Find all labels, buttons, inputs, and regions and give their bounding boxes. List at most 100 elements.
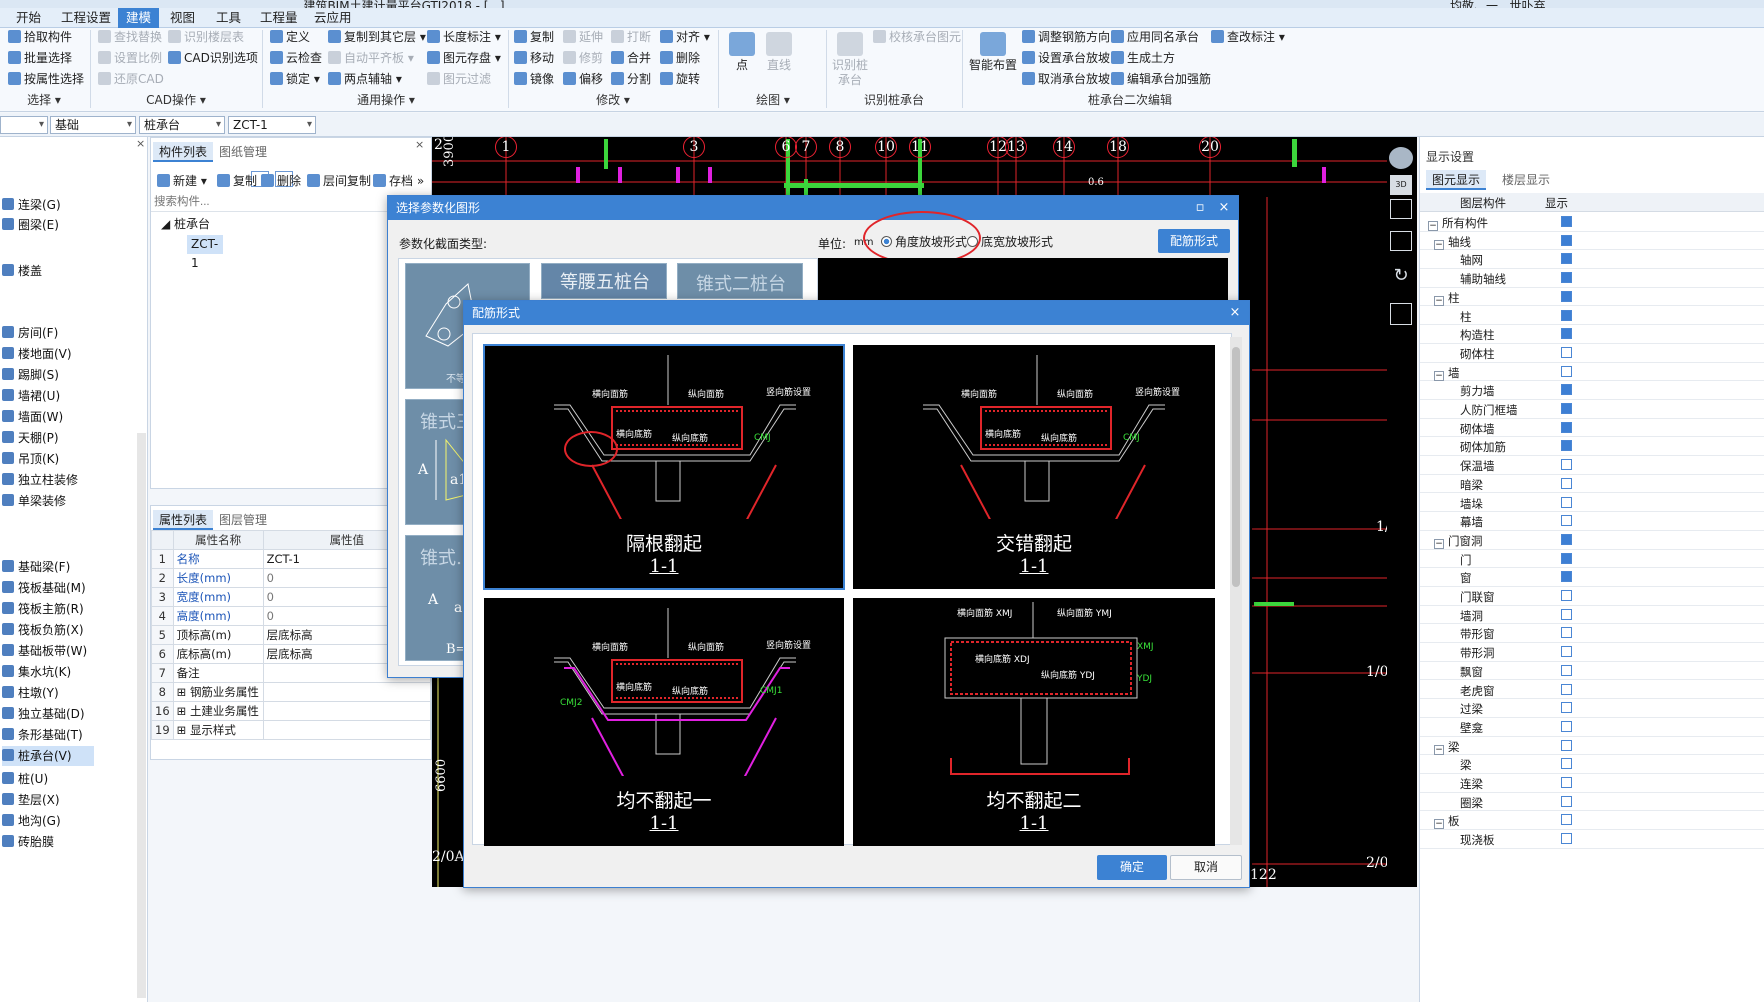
floor-combo[interactable] <box>0 116 48 134</box>
visibility-checkbox[interactable] <box>1561 290 1572 302</box>
nav-item[interactable]: 墙面(W) <box>2 407 94 427</box>
visibility-checkbox[interactable] <box>1561 533 1572 545</box>
nav-item[interactable]: 单梁装修 <box>2 491 94 511</box>
visibility-checkbox[interactable] <box>1561 459 1572 471</box>
visibility-checkbox[interactable] <box>1561 253 1572 265</box>
layer-row[interactable]: 圈梁 <box>1420 793 1764 812</box>
point-draw-button[interactable]: 点 <box>726 32 758 73</box>
property-value[interactable] <box>262 720 432 740</box>
restore-cad-button[interactable]: 还原CAD <box>98 70 164 89</box>
visibility-checkbox[interactable] <box>1561 403 1572 414</box>
nav-item[interactable]: 桩(U) <box>2 769 94 789</box>
group-cad-label[interactable]: CAD操作 ▾ <box>92 92 260 109</box>
layer-row[interactable]: − 柱 <box>1420 288 1764 307</box>
set-scale-button[interactable]: 设置比例 <box>98 49 162 68</box>
component-combo[interactable]: ZCT-1 <box>228 116 316 134</box>
trim-button[interactable]: 修剪 <box>563 49 603 68</box>
close-icon[interactable]: × <box>415 138 424 151</box>
layer-row[interactable]: 飘窗 <box>1420 662 1764 681</box>
layer-row[interactable]: 过梁 <box>1420 699 1764 718</box>
merge-button[interactable]: 合并 <box>611 49 651 68</box>
category-combo[interactable]: 基础 <box>50 116 136 134</box>
visibility-checkbox[interactable] <box>1561 421 1572 433</box>
tree-root-pile-cap[interactable]: ◢ 桩承台 <box>161 215 210 232</box>
rebar-option-1[interactable]: 横向面筋 纵向面筋 横向底筋 纵向底筋 竖向筋设置 CMJ 隔根翻起 1-1 <box>483 344 845 590</box>
tab-drawing-manager[interactable]: 图纸管理 <box>213 142 273 162</box>
extend-button[interactable]: 延伸 <box>563 28 603 47</box>
visibility-checkbox[interactable] <box>1561 440 1572 452</box>
adjust-rebar-direction-button[interactable]: 调整钢筋方向 <box>1022 28 1110 47</box>
layer-row[interactable]: 暗梁 <box>1420 475 1764 494</box>
layer-row[interactable]: 辅助轴线 <box>1420 269 1764 288</box>
batch-select-button[interactable]: 批量选择 <box>8 49 72 68</box>
visibility-checkbox[interactable] <box>1561 627 1572 639</box>
layer-row[interactable]: 构造柱 <box>1420 325 1764 344</box>
cancel-button[interactable]: 取消 <box>1170 855 1242 880</box>
collapse-icon[interactable]: − <box>1434 819 1444 830</box>
visibility-checkbox[interactable] <box>1561 720 1572 732</box>
close-icon[interactable]: × <box>136 137 145 150</box>
nav-item[interactable]: 连梁(G) <box>2 195 94 215</box>
identify-pile-cap-button[interactable]: 识别桩承台 <box>832 32 868 88</box>
layer-row[interactable]: 老虎窗 <box>1420 681 1764 700</box>
group-select-label[interactable]: 选择 ▾ <box>0 92 88 109</box>
layer-row[interactable]: 梁 <box>1420 755 1764 774</box>
perspective-icon[interactable] <box>1390 231 1412 251</box>
menu-tools[interactable]: 工具 <box>208 8 249 28</box>
copy-component-button[interactable]: 复制 <box>217 172 257 191</box>
menu-view[interactable]: 视图 <box>162 8 203 28</box>
group-common-label[interactable]: 通用操作 ▾ <box>264 92 508 109</box>
expand-icon[interactable]: ⊞ <box>177 685 190 699</box>
property-value[interactable] <box>262 701 432 721</box>
nav-item[interactable]: 吊顶(K) <box>2 449 94 469</box>
move-button[interactable]: 移动 <box>514 49 554 68</box>
offset-button[interactable]: 偏移 <box>563 70 603 89</box>
identify-floor-table-button[interactable]: 识别楼层表 <box>168 28 244 47</box>
nav-item[interactable]: 独立基础(D) <box>2 704 94 724</box>
3d-view-icon[interactable]: 3D <box>1390 175 1412 195</box>
nav-item[interactable]: 筏板主筋(R) <box>2 599 94 619</box>
two-point-axis-button[interactable]: 两点辅轴 ▾ <box>328 70 402 89</box>
layer-row[interactable]: 门 <box>1420 550 1764 569</box>
rotate-button[interactable]: 旋转 <box>660 70 700 89</box>
nav-item[interactable]: 桩承台(V) <box>2 746 94 766</box>
save-element-button[interactable]: 图元存盘 ▾ <box>427 49 501 68</box>
nav-item[interactable]: 地沟(G) <box>2 811 94 831</box>
visibility-checkbox[interactable] <box>1561 365 1572 377</box>
shape-tile-isosceles-five-pile[interactable]: 等腰五桩台 <box>541 263 667 299</box>
find-replace-button[interactable]: 查找替换 <box>98 28 162 47</box>
rebar-form-button[interactable]: 配筋形式 <box>1158 229 1230 253</box>
menu-modeling[interactable]: 建模 <box>118 8 160 28</box>
line-draw-button[interactable]: 直线 <box>762 32 796 73</box>
edit-cap-reinforcement-button[interactable]: 编辑承台加强筋 <box>1111 70 1211 89</box>
delete-button[interactable]: 删除 <box>660 49 700 68</box>
length-dimension-button[interactable]: 长度标注 ▾ <box>427 28 501 47</box>
select-by-property-button[interactable]: 按属性选择 <box>8 70 84 89</box>
layer-row[interactable]: 现浇板 <box>1420 830 1764 849</box>
layer-row[interactable]: 砌体柱 <box>1420 344 1764 363</box>
cad-options-button[interactable]: CAD识别选项 <box>168 49 258 68</box>
layer-row[interactable]: 墙垛 <box>1420 494 1764 513</box>
nav-item[interactable]: 楼盖 <box>2 261 94 281</box>
set-cap-slope-button[interactable]: 设置承台放坡 <box>1022 49 1110 68</box>
nav-item[interactable]: 房间(F) <box>2 323 94 343</box>
shape-tile-cone-two-pile[interactable]: 锥式二桩台 <box>677 263 803 299</box>
visibility-checkbox[interactable] <box>1561 702 1572 714</box>
layer-row[interactable]: 带形洞 <box>1420 643 1764 662</box>
nav-item[interactable]: 筏板负筋(X) <box>2 620 94 640</box>
close-icon[interactable]: × <box>1223 301 1247 325</box>
menu-quantity[interactable]: 工程量 <box>252 8 306 28</box>
rebar-option-4[interactable]: 横向面筋 XMJ 纵向面筋 YMJ 横向底筋 XDJ 纵向底筋 YDJ XMJ YDJ 均不… <box>853 598 1215 846</box>
layer-row[interactable]: − 梁 <box>1420 737 1764 756</box>
visibility-checkbox[interactable] <box>1561 515 1572 527</box>
visibility-checkbox[interactable] <box>1561 758 1572 770</box>
visibility-checkbox[interactable] <box>1561 608 1572 620</box>
layer-row[interactable]: − 门窗洞 <box>1420 531 1764 550</box>
nav-item[interactable]: 砖胎膜 <box>2 832 94 852</box>
collapse-icon[interactable]: − <box>1434 370 1444 381</box>
visibility-checkbox[interactable] <box>1561 664 1572 676</box>
nav-item[interactable]: 基础梁(F) <box>2 557 94 577</box>
component-type-combo[interactable]: 桩承台 <box>139 116 225 134</box>
rebar-option-2[interactable]: 横向面筋 纵向面筋 横向底筋 纵向底筋 竖向筋设置 CMJ 交错翻起 1-1 <box>853 345 1215 589</box>
tab-floor-display[interactable]: 楼层显示 <box>1496 170 1556 190</box>
